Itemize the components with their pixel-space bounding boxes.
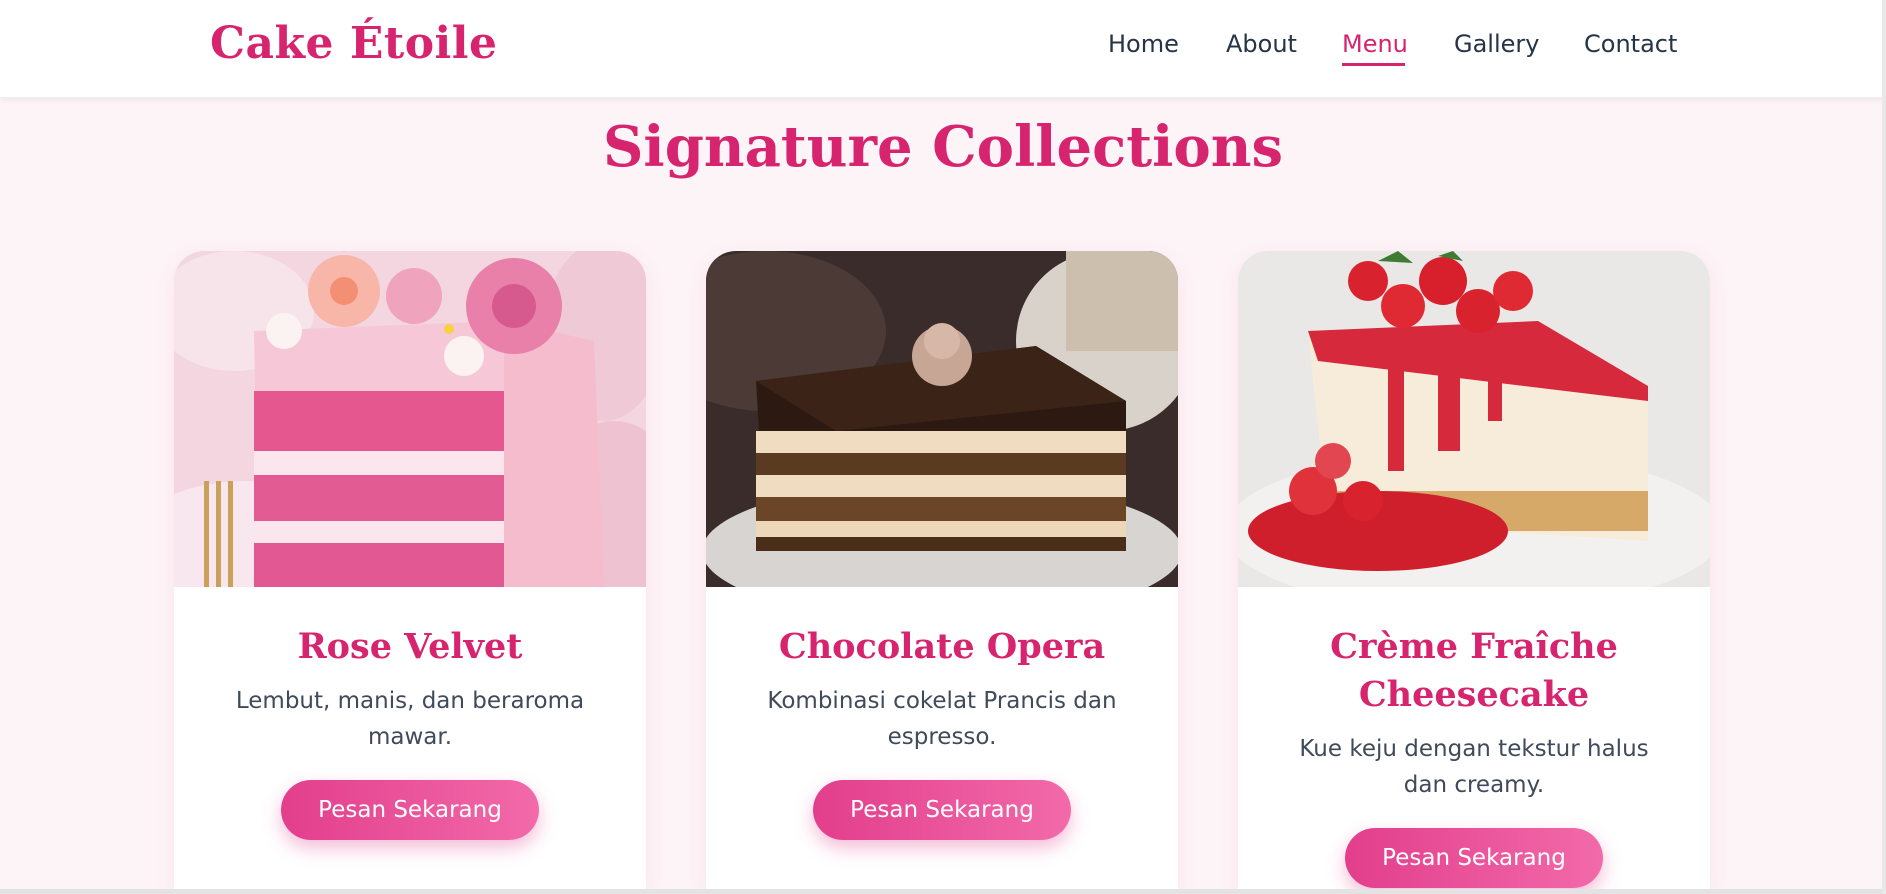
nav-link-contact[interactable]: Contact [1584,30,1677,58]
order-now-button[interactable]: Pesan Sekarang [1345,828,1603,888]
card-description: Kue keju dengan tekstur halus dan creamy… [1299,736,1649,798]
rose-velvet-cake-image [174,251,646,587]
active-nav-indicator [1342,63,1405,66]
card-description: Kombinasi cokelat Prancis dan espresso. [767,688,1117,750]
chocolate-opera-cake-image [706,251,1178,587]
product-card-creme-fraiche-cheesecake: Crème Fraîche Cheesecake Kue keju dengan… [1238,251,1710,891]
top-navbar: Cake Étoile Home About Menu Gallery Cont… [0,0,1886,98]
card-description: Lembut, manis, dan beraroma mawar. [235,688,585,750]
nav-link-about[interactable]: About [1226,30,1297,58]
section-title: Signature Collections [602,114,1283,180]
product-card-chocolate-opera: Chocolate Opera Kombinasi cokelat Pranci… [706,251,1178,891]
cheesecake-image [1238,251,1710,587]
card-title: Rose Velvet [297,626,523,667]
card-title: Crème Fraîche Cheesecake [1330,626,1618,715]
nav-link-menu[interactable]: Menu [1342,30,1408,58]
card-title: Chocolate Opera [778,626,1106,667]
order-now-button[interactable]: Pesan Sekarang [813,780,1071,840]
nav-link-gallery[interactable]: Gallery [1454,30,1539,58]
order-now-button[interactable]: Pesan Sekarang [281,780,539,840]
product-card-rose-velvet: Rose Velvet Lembut, manis, dan beraroma … [174,251,646,891]
bottom-edge [0,889,1886,894]
nav-link-home[interactable]: Home [1108,30,1179,58]
brand-logo[interactable]: Cake Étoile [210,18,497,69]
scrollbar-track[interactable] [1882,0,1886,894]
